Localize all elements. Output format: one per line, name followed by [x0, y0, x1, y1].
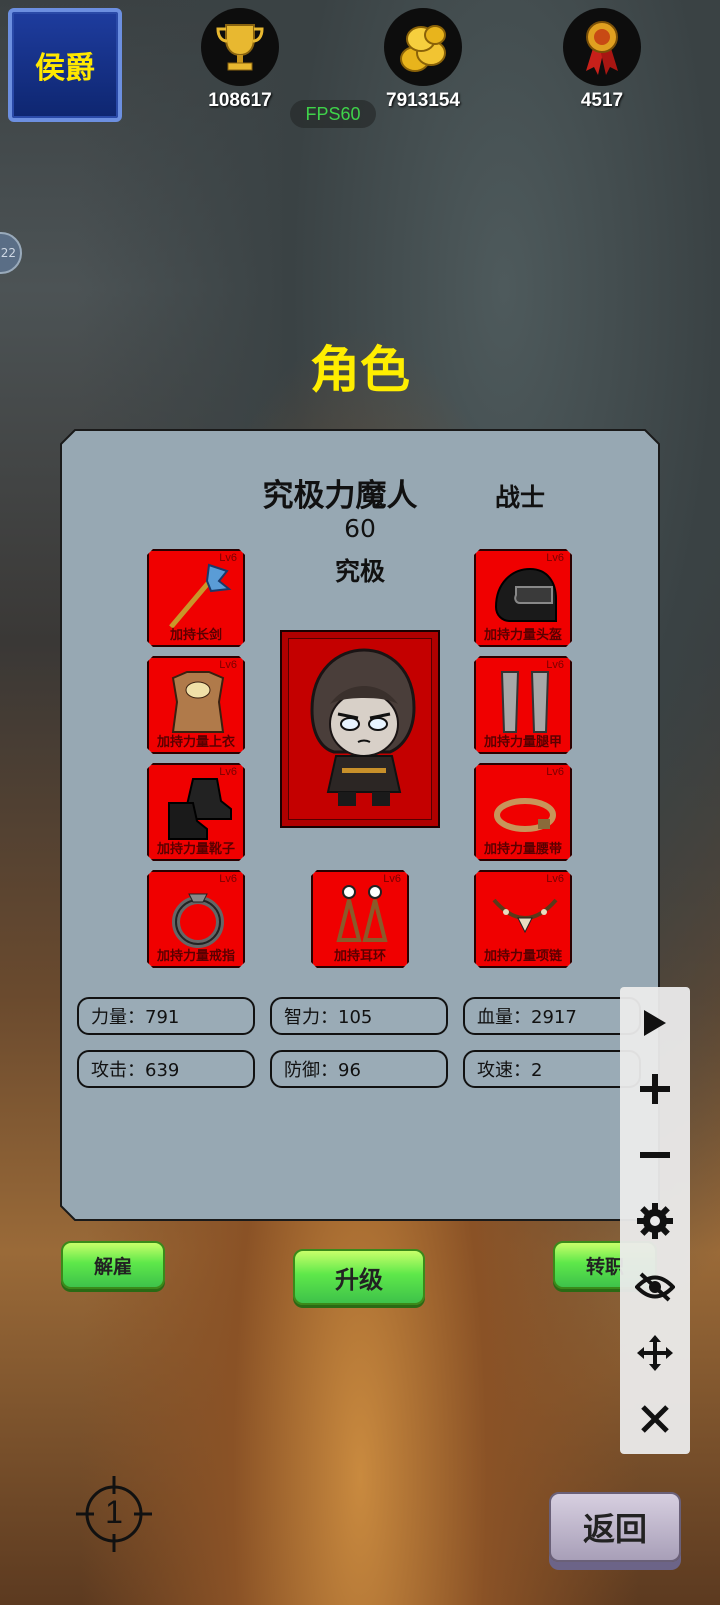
- back-button[interactable]: 返回: [549, 1492, 681, 1562]
- halberd-icon: [163, 561, 233, 631]
- coins-icon: [384, 8, 462, 86]
- equip-slot-legs[interactable]: Lv6 加持力量腿甲: [474, 656, 572, 754]
- trophy-counter: 108617: [200, 8, 280, 112]
- trophy-icon: [201, 8, 279, 86]
- hero-avatar: [310, 648, 416, 806]
- equip-slot-earring[interactable]: Lv6 加持耳环: [311, 870, 409, 968]
- stat-attack: 攻击：639: [77, 1050, 255, 1088]
- play-icon[interactable]: [620, 993, 690, 1053]
- target-number: 1: [105, 1494, 123, 1530]
- medals-value: 4517: [580, 90, 624, 111]
- hero-class: 战士: [494, 483, 545, 512]
- helmet-icon: [490, 561, 560, 631]
- plus-icon[interactable]: [620, 1059, 690, 1119]
- hide-eye-icon[interactable]: [620, 1257, 690, 1317]
- coins-value: 7913154: [386, 90, 460, 111]
- hero-portrait: [280, 630, 440, 828]
- stat-defense: 防御：96: [270, 1050, 448, 1088]
- slot-caption: 加持耳环: [333, 949, 386, 964]
- belt-icon: [490, 775, 560, 845]
- stat-intelligence: 智力：105: [270, 997, 448, 1035]
- equip-slot-helmet[interactable]: Lv6 加持力量头盔: [474, 549, 572, 647]
- armor-icon: [163, 668, 233, 738]
- equip-slot-boots[interactable]: Lv6 加持力量靴子: [147, 763, 245, 861]
- rank-badge[interactable]: 侯爵: [8, 8, 122, 122]
- medal-icon: [563, 8, 641, 86]
- close-icon[interactable]: [620, 1389, 690, 1449]
- equip-slot-weapon[interactable]: Lv6 加持长剑: [147, 549, 245, 647]
- hero-name: 究极力魔人: [262, 478, 418, 514]
- boots-icon: [163, 775, 233, 845]
- equip-slot-armor[interactable]: Lv6 加持力量上衣: [147, 656, 245, 754]
- ring-icon: [163, 882, 233, 952]
- equip-slot-ring[interactable]: Lv6 加持力量戒指: [147, 870, 245, 968]
- slot-caption: 加持力量项链: [483, 949, 562, 964]
- slot-caption: 加持力量腿甲: [483, 735, 562, 750]
- equip-slot-belt[interactable]: Lv6 加持力量腰带: [474, 763, 572, 861]
- screen-title: 角色: [310, 341, 410, 399]
- target-marker[interactable]: 1: [74, 1474, 154, 1554]
- minus-icon[interactable]: [620, 1125, 690, 1185]
- hero-grade: 究极: [334, 557, 385, 586]
- fps-counter: FPS60: [290, 100, 376, 128]
- slot-caption: 加持力量腰带: [483, 842, 562, 857]
- medal-counter: 4517: [562, 8, 642, 112]
- slot-caption: 加持长剑: [169, 628, 222, 643]
- slot-caption: 加持力量头盔: [483, 628, 562, 643]
- stat-hp: 血量：2917: [463, 997, 641, 1035]
- equip-slot-necklace[interactable]: Lv6 加持力量项链: [474, 870, 572, 968]
- slot-caption: 加持力量靴子: [156, 842, 235, 857]
- stat-attack-speed: 攻速：2: [463, 1050, 641, 1088]
- upgrade-button[interactable]: 升级: [293, 1249, 425, 1305]
- slot-caption: 加持力量上衣: [156, 735, 235, 750]
- trophy-value: 108617: [208, 90, 272, 111]
- leg-armor-icon: [490, 668, 560, 738]
- dismiss-button[interactable]: 解雇: [61, 1241, 165, 1289]
- gear-icon[interactable]: [620, 1191, 690, 1251]
- floating-toolbar: [620, 987, 690, 1454]
- earring-icon: [327, 882, 397, 952]
- side-bubble[interactable]: 22: [0, 232, 22, 274]
- coin-counter: 7913154: [383, 8, 463, 112]
- move-icon[interactable]: [620, 1323, 690, 1383]
- slot-caption: 加持力量戒指: [156, 949, 235, 964]
- hero-level: 60: [344, 514, 376, 543]
- necklace-icon: [490, 882, 560, 952]
- stat-strength: 力量：791: [77, 997, 255, 1035]
